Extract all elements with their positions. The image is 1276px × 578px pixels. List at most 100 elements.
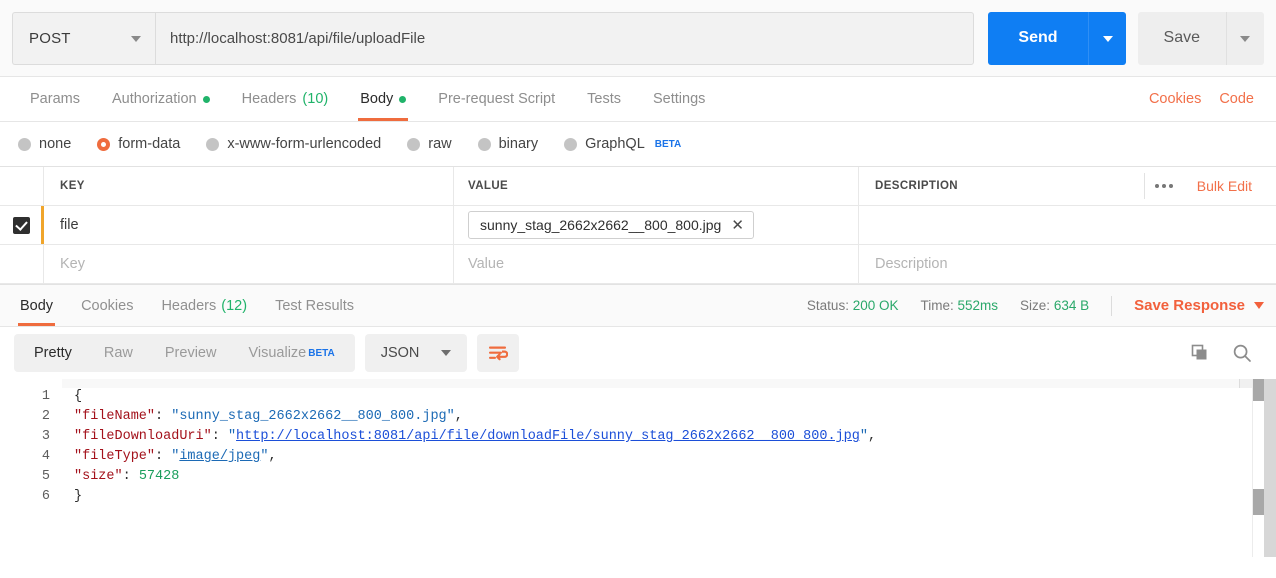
search-glyph xyxy=(1233,344,1251,362)
json-value-size: 57428 xyxy=(138,469,180,484)
bulk-edit-link[interactable]: Bulk Edit xyxy=(1197,178,1260,194)
body-type-radio-group: none form-data x-www-form-urlencoded raw… xyxy=(0,122,1276,166)
tab-label: Headers xyxy=(161,297,217,314)
line-number: 6 xyxy=(41,489,50,504)
size-readout: Size: 634 B xyxy=(1020,298,1089,313)
tab-headers[interactable]: Headers (10) xyxy=(226,77,345,121)
view-mode-preview[interactable]: Preview xyxy=(149,338,233,368)
save-button[interactable]: Save xyxy=(1137,11,1226,65)
body-type-binary[interactable]: binary xyxy=(477,136,538,152)
response-tab-test-results[interactable]: Test Results xyxy=(261,285,368,326)
radio-label: x-www-form-urlencoded xyxy=(227,136,382,152)
body-type-none[interactable]: none xyxy=(18,136,71,152)
json-value-filedownloaduri[interactable]: http://localhost:8081/api/file/downloadF… xyxy=(236,429,860,444)
tab-label: Tests xyxy=(587,91,621,107)
http-method-label: POST xyxy=(29,29,71,47)
size-label: Size: xyxy=(1020,298,1051,313)
time-label: Time: xyxy=(920,298,954,313)
row-checkbox-cell xyxy=(0,206,44,244)
row-key-cell[interactable]: file xyxy=(44,206,454,244)
time-readout: Time: 552ms xyxy=(921,298,999,313)
json-close-brace: } xyxy=(74,489,83,504)
json-value-filename: "sunny_stag_2662x2662__800_800.jpg" xyxy=(171,409,455,424)
response-tab-headers[interactable]: Headers (12) xyxy=(147,285,261,326)
description-placeholder: Description xyxy=(875,256,948,272)
save-response-label: Save Response xyxy=(1134,297,1245,314)
save-options-button[interactable] xyxy=(1226,11,1264,65)
chevron-down-icon xyxy=(131,36,141,42)
table-placeholder-row: Key Value Description xyxy=(0,245,1276,284)
tab-pre-request-script[interactable]: Pre-request Script xyxy=(422,77,571,121)
header-value-cell: VALUE xyxy=(454,167,859,205)
json-value-filetype: image/jpeg xyxy=(179,449,261,464)
http-method-dropdown[interactable]: POST xyxy=(12,11,155,65)
tab-label: Body xyxy=(360,91,394,107)
word-wrap-glyph xyxy=(489,346,509,361)
copy-icon[interactable] xyxy=(1190,343,1210,363)
send-options-button[interactable] xyxy=(1087,11,1126,65)
view-mode-pretty[interactable]: Pretty xyxy=(18,338,88,368)
search-icon[interactable] xyxy=(1232,343,1252,363)
horizontal-scrollbar-thumb[interactable] xyxy=(62,379,1240,388)
send-button[interactable]: Send xyxy=(988,11,1088,65)
line-number: 5 xyxy=(41,469,50,484)
tab-authorization[interactable]: Authorization xyxy=(96,77,226,121)
radio-label: raw xyxy=(428,136,452,152)
status-dot-icon xyxy=(399,95,407,103)
response-tab-bar: Body Cookies Headers (12) Test Results S… xyxy=(0,284,1276,327)
status-readout: Status: 200 OK xyxy=(807,298,899,313)
more-options-icon[interactable] xyxy=(1143,173,1183,199)
save-response-button[interactable]: Save Response xyxy=(1134,297,1264,314)
body-type-x-www-form-urlencoded[interactable]: x-www-form-urlencoded xyxy=(206,136,381,152)
horizontal-scrollbar[interactable] xyxy=(62,379,1264,388)
tab-body[interactable]: Body xyxy=(344,77,422,121)
placeholder-key-cell[interactable]: Key xyxy=(44,245,454,283)
line-number: 1 xyxy=(41,389,50,404)
response-tab-body[interactable]: Body xyxy=(6,285,67,326)
tab-params[interactable]: Params xyxy=(14,77,96,121)
radio-icon xyxy=(18,137,31,151)
response-tab-cookies[interactable]: Cookies xyxy=(67,285,147,326)
response-body-code-viewer: 1 2 3 4 5 6 { "fileName": "sunny_stag_2662x26… xyxy=(0,379,1276,557)
divider xyxy=(1111,295,1113,316)
response-format-dropdown[interactable]: JSON xyxy=(364,334,468,372)
line-number: 2 xyxy=(41,409,50,424)
save-button-group: Save xyxy=(1137,11,1264,65)
body-type-graphql[interactable]: GraphQL BETA xyxy=(564,136,681,152)
file-name: sunny_stag_2662x2662__800_800.jpg xyxy=(480,217,722,233)
tab-label: Test Results xyxy=(275,297,355,314)
column-header-value: VALUE xyxy=(468,180,509,192)
remove-file-icon[interactable]: ✕ xyxy=(731,218,744,233)
line-number-gutter: 1 2 3 4 5 6 xyxy=(0,379,62,557)
radio-label: none xyxy=(39,136,72,152)
word-wrap-icon[interactable] xyxy=(477,334,520,372)
tab-label: Headers xyxy=(241,91,297,107)
response-toolbar-actions xyxy=(1190,343,1262,363)
view-mode-raw[interactable]: Raw xyxy=(88,338,149,368)
key-placeholder: Key xyxy=(60,256,85,272)
row-checkbox[interactable] xyxy=(13,216,30,234)
url-input[interactable]: http://localhost:8081/api/file/uploadFil… xyxy=(155,11,975,65)
code-content-column[interactable]: { "fileName": "sunny_stag_2662x2662__800… xyxy=(62,379,1276,557)
radio-label: form-data xyxy=(118,136,181,152)
file-chip[interactable]: sunny_stag_2662x2662__800_800.jpg ✕ xyxy=(468,211,754,239)
request-tabs: Params Authorization Headers (10) Body P… xyxy=(0,77,1276,122)
placeholder-value-cell[interactable]: Value xyxy=(454,245,859,283)
line-number: 3 xyxy=(41,429,50,444)
cookies-link[interactable]: Cookies xyxy=(1149,91,1201,107)
chevron-down-icon xyxy=(1102,36,1113,42)
tab-tests[interactable]: Tests xyxy=(571,77,637,121)
row-key-value: file xyxy=(60,217,79,233)
body-type-form-data[interactable]: form-data xyxy=(97,136,180,152)
body-type-raw[interactable]: raw xyxy=(407,136,452,152)
vertical-scrollbar[interactable] xyxy=(1252,379,1265,557)
row-description-cell[interactable] xyxy=(859,206,1276,244)
code-link[interactable]: Code xyxy=(1219,91,1254,107)
response-format-label: JSON xyxy=(380,345,420,361)
view-mode-visualize[interactable]: Visualize BETA xyxy=(232,338,350,368)
panel-edge-scrollbar[interactable] xyxy=(1264,379,1276,557)
placeholder-description-cell[interactable]: Description xyxy=(859,245,1276,283)
row-value-cell[interactable]: sunny_stag_2662x2662__800_800.jpg ✕ xyxy=(454,206,859,244)
tab-settings[interactable]: Settings xyxy=(637,77,721,121)
tab-label: Pre-request Script xyxy=(438,91,556,107)
